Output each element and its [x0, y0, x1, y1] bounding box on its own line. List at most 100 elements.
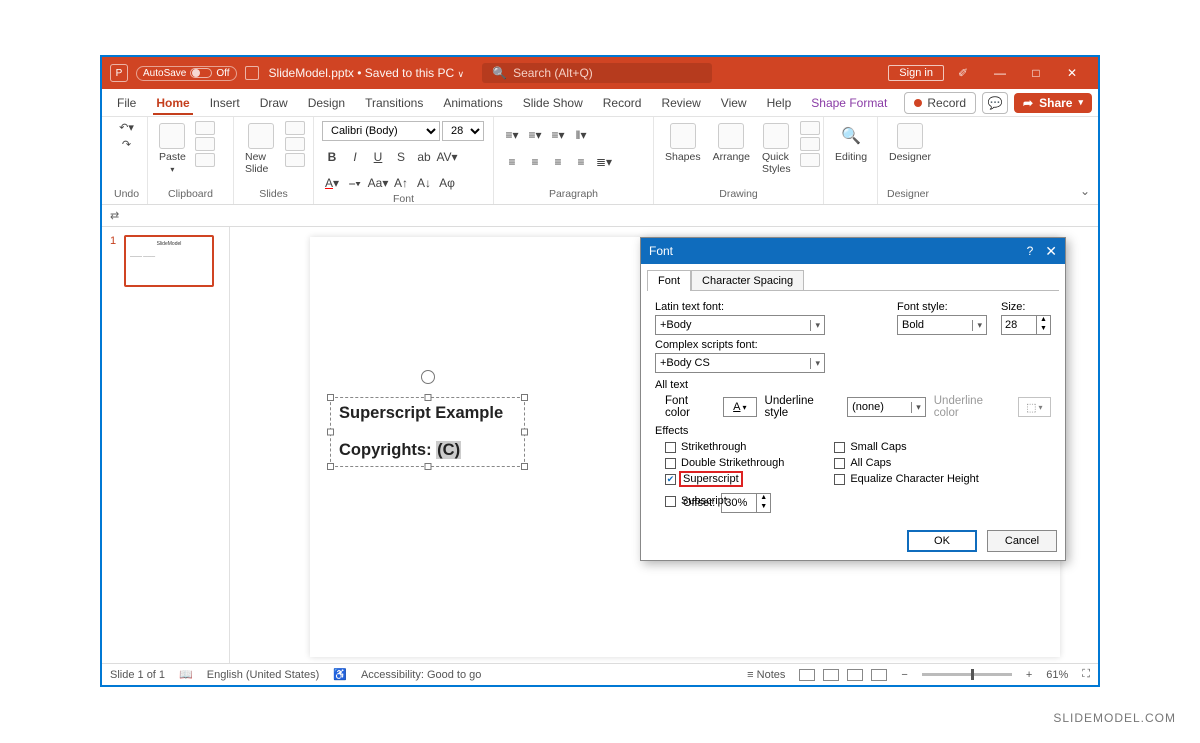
tab-record[interactable]: Record — [594, 92, 651, 114]
qat-customize-icon[interactable]: ⇄ — [110, 209, 119, 222]
sorter-view-icon[interactable] — [823, 669, 839, 681]
subscript-checkbox[interactable]: Subscript — [665, 495, 784, 507]
shape-outline-icon[interactable] — [800, 137, 820, 151]
font-color-button[interactable]: A▾ — [723, 397, 756, 417]
zoom-level[interactable]: 61% — [1046, 669, 1068, 681]
shapes-button[interactable]: Shapes — [662, 121, 704, 165]
accessibility-status[interactable]: Accessibility: Good to go — [361, 669, 481, 681]
numbering-button[interactable]: ≡▾ — [525, 125, 545, 145]
new-slide-button[interactable]: New Slide — [242, 121, 279, 177]
redo-icon[interactable]: ↷ — [122, 138, 131, 151]
dialog-tab-spacing[interactable]: Character Spacing — [691, 270, 804, 291]
shadow-button[interactable]: ab — [414, 147, 434, 167]
tab-help[interactable]: Help — [758, 92, 801, 114]
arrange-button[interactable]: Arrange — [710, 121, 753, 165]
resize-handle[interactable] — [424, 463, 431, 470]
dialog-titlebar[interactable]: Font ? ✕ — [641, 238, 1065, 264]
resize-handle[interactable] — [521, 463, 528, 470]
tab-draw[interactable]: Draw — [251, 92, 297, 114]
designer-button[interactable]: Designer — [886, 121, 934, 165]
tab-slideshow[interactable]: Slide Show — [514, 92, 592, 114]
align-left-button[interactable]: ≡ — [502, 152, 522, 172]
tab-view[interactable]: View — [712, 92, 756, 114]
double-strike-checkbox[interactable]: Double Strikethrough — [665, 457, 784, 469]
font-color-button[interactable]: A▾ — [322, 173, 342, 193]
bold-button[interactable]: B — [322, 147, 342, 167]
dialog-tab-font[interactable]: Font — [647, 270, 691, 291]
tab-home[interactable]: Home — [147, 92, 198, 114]
share-button[interactable]: ➦Share▾ — [1014, 93, 1092, 113]
spell-icon[interactable]: 📖 — [179, 668, 193, 681]
cut-icon[interactable] — [195, 121, 215, 135]
rotate-handle-icon[interactable] — [421, 370, 435, 384]
equalize-checkbox[interactable]: Equalize Character Height — [834, 473, 978, 485]
copy-icon[interactable] — [195, 137, 215, 151]
font-size-select[interactable]: 28 — [442, 121, 484, 141]
thumbnail-pane[interactable]: 1 SlideModel ——— ——— — [102, 227, 230, 663]
tab-shape-format[interactable]: Shape Format — [802, 92, 896, 114]
change-case-button[interactable]: Aa▾ — [368, 173, 388, 193]
strike-button[interactable]: S — [391, 147, 411, 167]
underline-button[interactable]: U — [368, 147, 388, 167]
shape-effects-icon[interactable] — [800, 153, 820, 167]
zoom-out-button[interactable]: − — [901, 669, 907, 681]
fit-window-icon[interactable]: ⛶ — [1082, 668, 1090, 681]
resize-handle[interactable] — [424, 394, 431, 401]
strikethrough-checkbox[interactable]: Strikethrough — [665, 441, 784, 453]
slideshow-view-icon[interactable] — [871, 669, 887, 681]
resize-handle[interactable] — [327, 429, 334, 436]
close-button[interactable]: ✕ — [1054, 57, 1090, 89]
zoom-slider[interactable] — [922, 673, 1012, 676]
resize-handle[interactable] — [521, 429, 528, 436]
line-spacing-button[interactable]: ‖▾ — [571, 125, 591, 145]
collapse-ribbon-icon[interactable]: ⌄ — [1080, 184, 1090, 198]
layout-icon[interactable] — [285, 121, 305, 135]
font-style-combo[interactable]: Bold▾ — [897, 315, 987, 335]
paste-button[interactable]: Paste▾ — [156, 121, 189, 176]
autosave-toggle[interactable]: AutoSave Off — [136, 66, 237, 81]
tab-transitions[interactable]: Transitions — [356, 92, 432, 114]
slide-thumbnail[interactable]: SlideModel ——— ——— — [124, 235, 214, 287]
tab-animations[interactable]: Animations — [434, 92, 511, 114]
help-icon[interactable]: ? — [1027, 244, 1034, 258]
zoom-in-button[interactable]: + — [1026, 669, 1032, 681]
resize-handle[interactable] — [327, 463, 334, 470]
align-center-button[interactable]: ≡ — [525, 152, 545, 172]
ok-button[interactable]: OK — [907, 530, 977, 552]
cancel-button[interactable]: Cancel — [987, 530, 1057, 552]
highlight-button[interactable]: ⎯▾ — [345, 173, 365, 193]
clear-format-button[interactable]: Aφ — [437, 173, 457, 193]
accessibility-icon[interactable]: ♿ — [333, 668, 347, 681]
search-input[interactable]: 🔍 Search (Alt+Q) — [482, 63, 712, 83]
shrink-font-button[interactable]: A↓ — [414, 173, 434, 193]
save-icon[interactable] — [245, 66, 259, 80]
grow-font-button[interactable]: A↑ — [391, 173, 411, 193]
small-caps-checkbox[interactable]: Small Caps — [834, 441, 978, 453]
resize-handle[interactable] — [327, 394, 334, 401]
spacing-button[interactable]: AV▾ — [437, 147, 457, 167]
normal-view-icon[interactable] — [799, 669, 815, 681]
resize-handle[interactable] — [521, 394, 528, 401]
font-name-select[interactable]: Calibri (Body) — [322, 121, 440, 141]
all-caps-checkbox[interactable]: All Caps — [834, 457, 978, 469]
italic-button[interactable]: I — [345, 147, 365, 167]
editing-button[interactable]: 🔍Editing — [832, 121, 870, 165]
selected-textbox[interactable]: Superscript Example Copyrights: (C) — [330, 397, 525, 467]
coming-soon-icon[interactable]: ✐ — [958, 66, 968, 80]
record-button[interactable]: Record — [904, 92, 976, 114]
minimize-button[interactable]: ― — [982, 57, 1018, 89]
bullets-button[interactable]: ≡▾ — [502, 125, 522, 145]
align-right-button[interactable]: ≡ — [548, 152, 568, 172]
notes-button[interactable]: ≡ Notes — [747, 669, 785, 681]
quick-styles-button[interactable]: Quick Styles — [759, 121, 794, 177]
justify-button[interactable]: ≡ — [571, 152, 591, 172]
format-painter-icon[interactable] — [195, 153, 215, 167]
underline-style-combo[interactable]: (none)▾ — [847, 397, 926, 417]
tab-design[interactable]: Design — [299, 92, 354, 114]
tab-review[interactable]: Review — [652, 92, 709, 114]
signin-button[interactable]: Sign in — [888, 65, 944, 81]
maximize-button[interactable]: □ — [1018, 57, 1054, 89]
latin-font-combo[interactable]: +Body▾ — [655, 315, 825, 335]
superscript-checkbox[interactable]: ✔Superscript — [665, 473, 784, 485]
columns-button[interactable]: ≣▾ — [594, 152, 614, 172]
